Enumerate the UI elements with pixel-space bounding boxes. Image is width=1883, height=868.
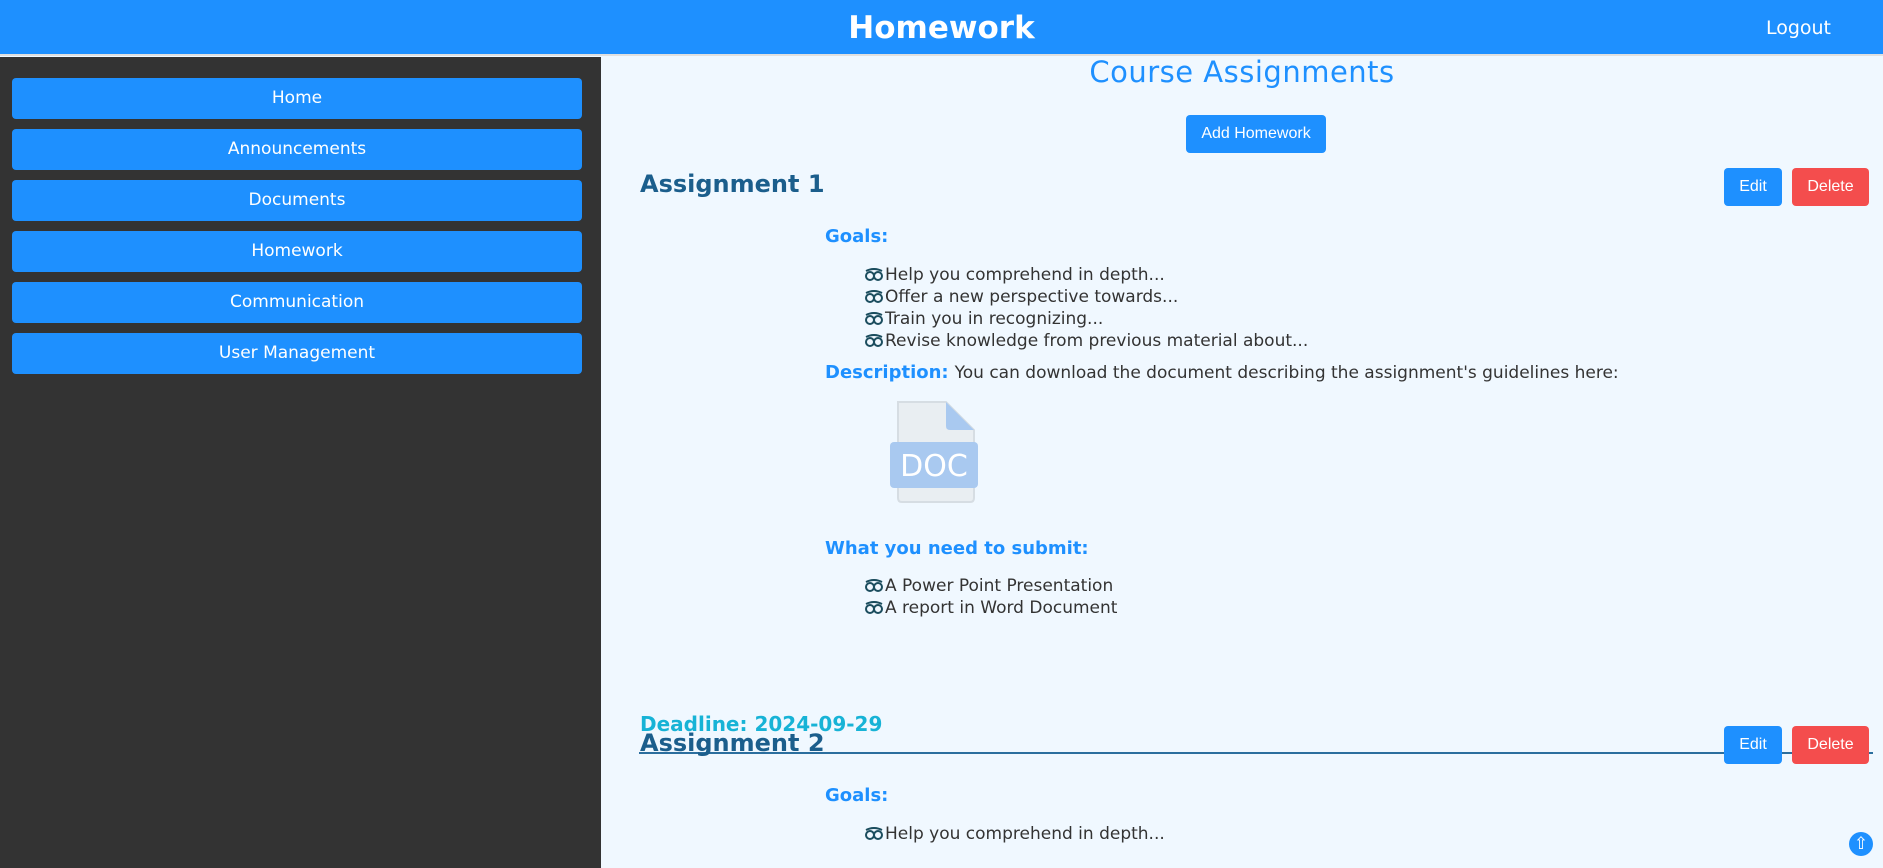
submit-label: What you need to submit: bbox=[825, 538, 1089, 559]
list-item: Help you comprehend in depth... bbox=[865, 264, 1308, 286]
list-item: A report in Word Document bbox=[865, 597, 1117, 619]
glasses-icon bbox=[865, 334, 883, 347]
goal-text: Revise knowledge from previous material … bbox=[885, 331, 1309, 351]
assignment-title: Assignment 1 bbox=[640, 170, 825, 198]
top-header: Homework Logout bbox=[0, 0, 1883, 56]
delete-button[interactable]: Delete bbox=[1792, 726, 1869, 764]
edit-button[interactable]: Edit bbox=[1724, 726, 1782, 764]
glasses-icon bbox=[865, 268, 883, 281]
sidebar-item-homework[interactable]: Homework bbox=[12, 231, 582, 272]
add-homework-button[interactable]: Add Homework bbox=[1186, 115, 1326, 153]
glasses-icon bbox=[865, 312, 883, 325]
logout-link[interactable]: Logout bbox=[1766, 0, 1831, 56]
goals-label: Goals: bbox=[825, 226, 889, 247]
submit-item-text: A report in Word Document bbox=[885, 598, 1118, 618]
assignment-title: Assignment 2 bbox=[640, 729, 825, 757]
submit-list: A Power Point Presentation A report in W… bbox=[865, 575, 1117, 619]
goals-list: Help you comprehend in depth... Offer a … bbox=[865, 264, 1308, 352]
course-assignments-title: Course Assignments bbox=[1089, 57, 1395, 89]
main-content: Course Assignments Add Homework Assignme… bbox=[601, 57, 1883, 868]
sidebar-item-home[interactable]: Home bbox=[12, 78, 582, 119]
delete-button[interactable]: Delete bbox=[1792, 168, 1869, 206]
list-item: A Power Point Presentation bbox=[865, 575, 1117, 597]
description-label: Description: bbox=[825, 362, 949, 383]
description: Description: You can download the documen… bbox=[825, 362, 1619, 383]
doc-icon-label: DOC bbox=[900, 449, 968, 484]
arrow-up-icon[interactable]: ⇧ bbox=[1849, 832, 1873, 856]
description-text: You can download the document describing… bbox=[954, 363, 1619, 383]
goal-text: Help you comprehend in depth... bbox=[885, 265, 1165, 285]
sidebar-item-user-management[interactable]: User Management bbox=[12, 333, 582, 374]
page-header-title: Homework bbox=[848, 10, 1035, 46]
list-item: Revise knowledge from previous material … bbox=[865, 330, 1308, 352]
glasses-icon bbox=[865, 827, 883, 840]
edit-button[interactable]: Edit bbox=[1724, 168, 1782, 206]
glasses-icon bbox=[865, 290, 883, 303]
submit-item-text: A Power Point Presentation bbox=[885, 576, 1114, 596]
list-item: Train you in recognizing... bbox=[865, 308, 1308, 330]
glasses-icon bbox=[865, 579, 883, 592]
goal-text: Help you comprehend in depth... bbox=[885, 824, 1165, 844]
goal-text: Offer a new perspective towards... bbox=[885, 287, 1179, 307]
sidebar: Home Announcements Documents Homework Co… bbox=[0, 57, 601, 868]
doc-file-icon[interactable]: DOC bbox=[890, 400, 982, 504]
goal-text: Train you in recognizing... bbox=[885, 309, 1104, 329]
glasses-icon bbox=[865, 601, 883, 614]
list-item: Offer a new perspective towards... bbox=[865, 286, 1308, 308]
list-item: Help you comprehend in depth... bbox=[865, 823, 1165, 845]
sidebar-item-announcements[interactable]: Announcements bbox=[12, 129, 582, 170]
sidebar-item-communication[interactable]: Communication bbox=[12, 282, 582, 323]
goals-list: Help you comprehend in depth... bbox=[865, 823, 1165, 845]
goals-label: Goals: bbox=[825, 785, 889, 806]
sidebar-item-documents[interactable]: Documents bbox=[12, 180, 582, 221]
